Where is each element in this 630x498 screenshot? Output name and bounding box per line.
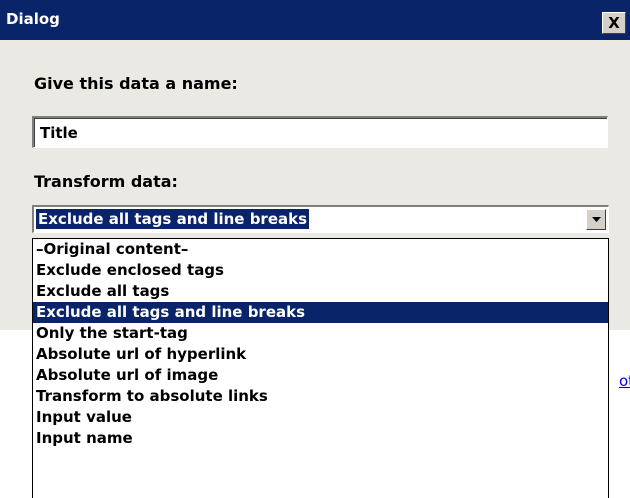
option-item[interactable]: Exclude enclosed tags	[33, 260, 608, 281]
name-label: Give this data a name:	[34, 74, 238, 93]
option-item[interactable]: Absolute url of image	[33, 365, 608, 386]
option-item[interactable]: Exclude all tags and line breaks	[33, 302, 608, 323]
screen: ot Dialog X Give this data a name: Trans…	[0, 0, 630, 498]
transform-options-list: –Original content– Exclude enclosed tags E…	[32, 238, 609, 498]
dropdown-button[interactable]	[586, 209, 606, 230]
close-button[interactable]: X	[602, 12, 626, 34]
option-item[interactable]: Exclude all tags	[33, 281, 608, 302]
transform-label: Transform data:	[34, 172, 178, 191]
option-item[interactable]: Transform to absolute links	[33, 386, 608, 407]
option-item[interactable]: Absolute url of hyperlink	[33, 344, 608, 365]
option-item[interactable]: Input name	[33, 428, 608, 449]
transform-select-value: Exclude all tags and line breaks	[36, 209, 310, 229]
chevron-down-icon	[591, 217, 601, 222]
option-item[interactable]: –Original content–	[33, 239, 608, 260]
background-link[interactable]: ot	[619, 372, 630, 390]
window-title: Dialog	[6, 9, 60, 28]
option-item[interactable]: Input value	[33, 407, 608, 428]
option-item[interactable]: Only the start-tag	[33, 323, 608, 344]
close-icon: X	[608, 13, 620, 32]
name-input[interactable]	[32, 116, 608, 148]
title-bar[interactable]: Dialog X	[0, 0, 630, 40]
transform-select[interactable]: Exclude all tags and line breaks	[32, 205, 609, 233]
